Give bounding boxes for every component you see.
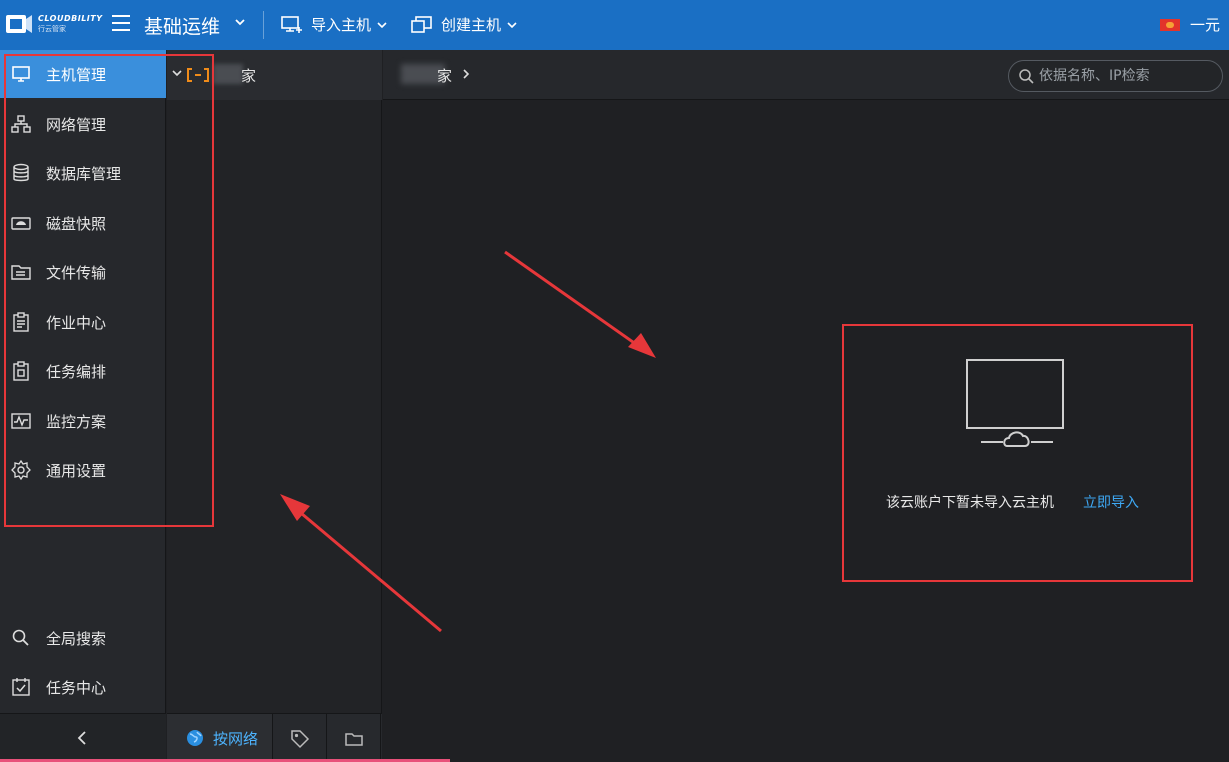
sidebar-footer <box>0 713 166 762</box>
tree-view-tabs: 按网络 <box>167 713 382 762</box>
sidebar-item-global-search[interactable]: 全局搜索 <box>0 614 166 662</box>
tab-by-tag[interactable] <box>273 714 327 762</box>
import-host-label: 导入主机 <box>311 16 372 34</box>
sidebar-item-label: 全局搜索 <box>46 630 107 648</box>
create-host-label: 创建主机 <box>441 16 502 34</box>
folder-icon <box>345 733 363 746</box>
create-host-menu[interactable]: 创建主机 <box>411 14 517 35</box>
host-search-box[interactable] <box>1008 60 1223 92</box>
search-icon <box>1019 69 1034 84</box>
user-name[interactable]: 一元 <box>1190 14 1220 35</box>
chevron-down-icon <box>507 21 517 28</box>
tag-icon <box>291 730 310 749</box>
divider <box>263 11 264 39</box>
tree-node-label: 家 <box>241 67 257 85</box>
tab-by-network[interactable]: 按网络 <box>167 714 273 762</box>
sidebar-item-task-center[interactable]: 任务中心 <box>0 663 166 711</box>
chevron-right-icon <box>463 69 470 79</box>
breadcrumb[interactable]: 家 <box>437 65 452 86</box>
chevron-left-icon[interactable] <box>72 728 92 748</box>
sidebar-item-label: 任务中心 <box>46 679 107 697</box>
chevron-down-icon <box>377 21 387 28</box>
main-header: 家 <box>383 50 1229 100</box>
search-input[interactable] <box>1039 66 1214 86</box>
logo-text: CLOUDBILITY <box>38 14 103 23</box>
import-host-icon <box>281 15 302 33</box>
brand-logo[interactable]: CLOUDBILITY 行云管家 <box>4 8 104 40</box>
redacted-text <box>213 64 243 84</box>
notification-flag-icon[interactable] <box>1160 19 1180 31</box>
import-host-menu[interactable]: 导入主机 <box>281 14 387 35</box>
top-bar: CLOUDBILITY 行云管家 基础运维 导入主机 创建主机 一元 <box>0 0 1229 50</box>
cloudbility-logo-icon <box>6 15 32 33</box>
globe-icon <box>187 730 203 746</box>
create-host-icon <box>411 15 432 33</box>
task-center-icon <box>12 678 30 696</box>
menu-hamburger-icon[interactable] <box>112 15 130 31</box>
annotation-box-empty-state <box>842 324 1193 582</box>
tab-by-folder[interactable] <box>327 714 381 762</box>
search-icon <box>12 629 29 646</box>
module-title[interactable]: 基础运维 <box>144 12 220 39</box>
annotation-box-sidebar <box>4 54 214 527</box>
tab-label: 按网络 <box>213 730 259 748</box>
logo-subtext: 行云管家 <box>38 25 66 33</box>
chevron-down-icon[interactable] <box>234 16 246 28</box>
